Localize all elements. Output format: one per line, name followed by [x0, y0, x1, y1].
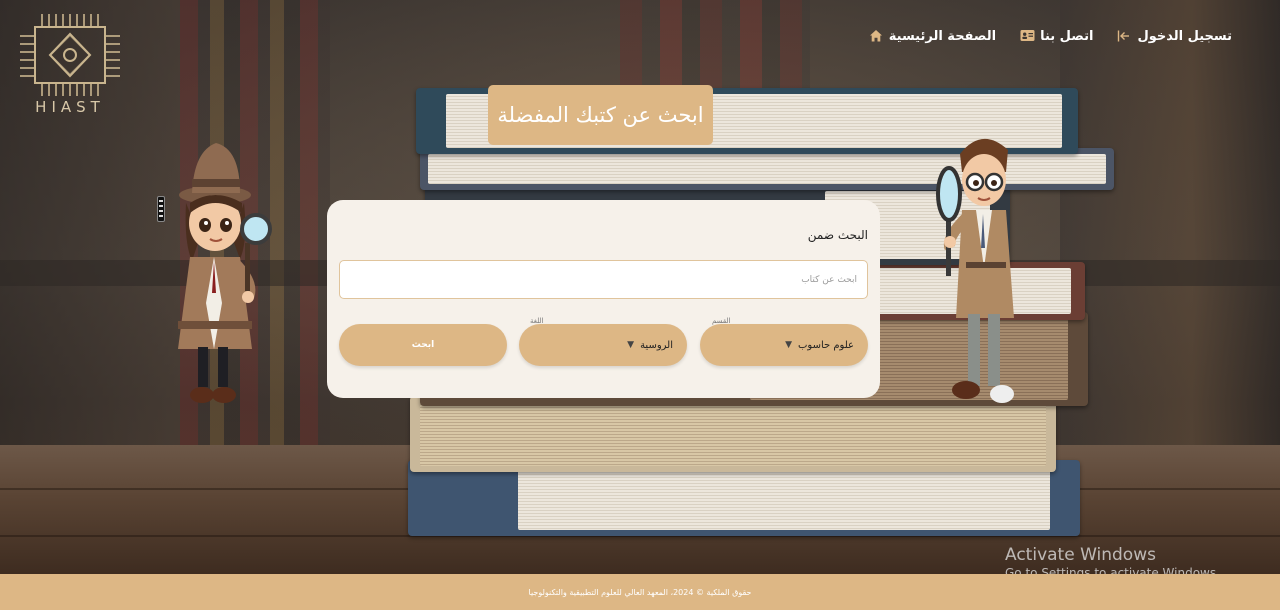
home-icon: [869, 29, 883, 43]
category-value: علوم حاسوب: [797, 339, 854, 351]
contact-card-icon: [1020, 29, 1035, 43]
book-search-input[interactable]: [339, 260, 868, 299]
language-value: الروسية: [640, 339, 673, 351]
scroll-handle[interactable]: [157, 196, 165, 222]
top-nav: الصفحة الرئيسية اتصل بنا تسجيل الدخول: [869, 26, 1232, 46]
detective-boy-illustration: [936, 128, 1026, 414]
footer: حقوق الملكية © 2024، المعهد العالي للعلو…: [0, 574, 1280, 610]
nav-home[interactable]: الصفحة الرئيسية: [869, 29, 996, 44]
login-icon: [1117, 29, 1131, 43]
copyright-text: حقوق الملكية © 2024، المعهد العالي للعلو…: [528, 587, 752, 597]
category-select[interactable]: علوم حاسوب ▼: [700, 324, 868, 366]
nav-contact[interactable]: اتصل بنا: [1020, 29, 1093, 44]
bookshelf-right: [1060, 0, 1280, 450]
nav-contact-label: اتصل بنا: [1040, 28, 1094, 44]
search-button[interactable]: ابحث: [339, 324, 507, 366]
detective-girl-illustration: [170, 133, 280, 417]
language-select[interactable]: الروسية ▼: [519, 324, 687, 366]
page-heading: ابحث عن كتبك المفضلة: [488, 85, 713, 145]
watermark-title: Activate Windows: [1005, 545, 1156, 565]
logo-text: HIAST: [35, 98, 105, 116]
search-within-label: البحث ضمن: [807, 228, 868, 242]
caret-down-icon: ▼: [785, 340, 792, 350]
nav-login-label: تسجيل الدخول: [1137, 28, 1232, 44]
nav-login[interactable]: تسجيل الدخول: [1117, 29, 1232, 44]
nav-home-label: الصفحة الرئيسية: [888, 28, 997, 44]
search-card: البحث ضمن القسم علوم حاسوب ▼ اللغة الروس…: [327, 200, 880, 398]
caret-down-icon: ▼: [627, 340, 635, 350]
